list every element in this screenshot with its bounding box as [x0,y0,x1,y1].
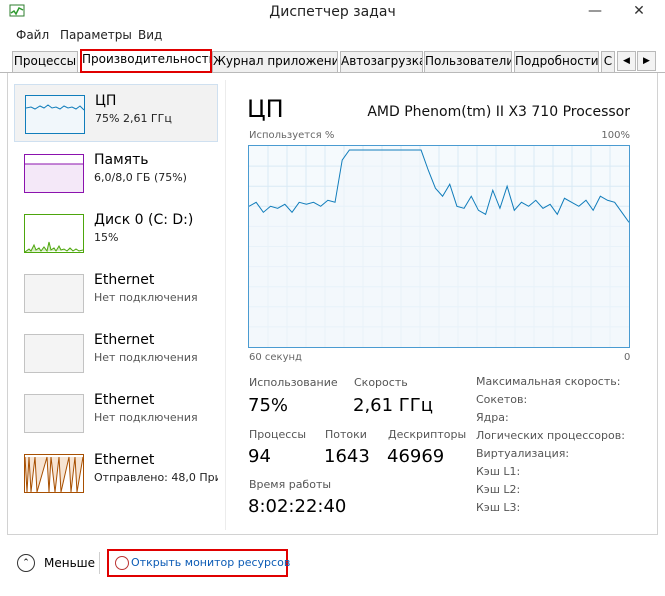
sockets-label: Сокетов: [476,393,528,406]
cache-l1-label: Кэш L1: [476,465,521,478]
usage-label: Использование [249,376,338,389]
sidebar-ethernet-4-label: Ethernet [94,452,155,468]
graph-max-label: 100% [601,130,630,141]
tab-startup[interactable]: Автозагрузка [340,51,423,72]
sidebar-ethernet-4-sub: Отправлено: 48,0 Прин [94,471,218,484]
tab-processes[interactable]: Процессы [12,51,78,72]
sidebar-item-ethernet-3[interactable]: Ethernet Нет подключения [14,384,218,442]
memory-thumbnail [24,154,84,193]
handles-label: Дескрипторы [388,428,467,441]
graph-zero-label: 0 [624,352,631,363]
panel-separator [225,80,226,530]
title-bar: Диспетчер задач — ✕ [0,0,665,24]
processes-label: Процессы [249,428,307,441]
cpu-thumbnail [25,95,85,134]
speed-label: Скорость [354,376,408,389]
tab-scroll-right-icon[interactable]: ▶ [637,51,656,71]
tab-users[interactable]: Пользователи [424,51,512,72]
cpu-usage-graph [248,145,630,348]
menu-bar: Файл Параметры Вид [0,25,665,47]
tab-details[interactable]: Подробности [514,51,599,72]
processor-name: AMD Phenom(tm) II X3 710 Processor [367,104,630,120]
cores-label: Ядра: [476,411,509,424]
resource-monitor-icon [115,556,129,570]
less-details-label[interactable]: Меньше [44,556,95,570]
handles-value: 46969 [387,446,445,467]
sidebar-item-ethernet-4[interactable]: Ethernet Отправлено: 48,0 Прин [14,444,218,502]
ethernet-4-thumbnail [24,454,84,493]
tab-services[interactable]: С [601,51,615,72]
window-title: Диспетчер задач [269,4,396,20]
sidebar-memory-label: Память [94,152,149,168]
sidebar-ethernet-3-sub: Нет подключения [94,411,198,424]
sidebar-disk-label: Диск 0 (C: D:) [94,212,194,228]
processes-value: 94 [248,446,271,467]
footer-separator [99,552,100,574]
sidebar-item-disk[interactable]: Диск 0 (C: D:) 15% [14,204,218,262]
tab-bar: Процессы Производительность Журнал прило… [0,49,665,73]
menu-view[interactable]: Вид [138,28,162,42]
ethernet-3-thumbnail [24,394,84,433]
speed-value: 2,61 ГГц [353,395,434,416]
graph-usage-label: Используется % [249,130,335,141]
sidebar-disk-sub: 15% [94,231,119,244]
tab-scroll-left-icon[interactable]: ◀ [617,51,636,71]
sidebar-ethernet-2-label: Ethernet [94,332,155,348]
sidebar-item-memory[interactable]: Память 6,0/8,0 ГБ (75%) [14,144,218,202]
sidebar-cpu-sub: 75% 2,61 ГГц [95,112,172,125]
less-details-icon[interactable]: ⌃ [17,554,35,572]
graph-time-label: 60 секунд [249,352,302,363]
sidebar-ethernet-1-label: Ethernet [94,272,155,288]
cpu-title: ЦП [247,95,284,123]
sidebar-memory-sub: 6,0/8,0 ГБ (75%) [94,171,187,184]
uptime-value: 8:02:22:40 [248,496,347,517]
resource-monitor-label[interactable]: Открыть монитор ресурсов [131,556,290,569]
usage-value: 75% [248,395,289,416]
sidebar-ethernet-1-sub: Нет подключения [94,291,198,304]
threads-value: 1643 [324,446,370,467]
sidebar-cpu-label: ЦП [95,93,117,109]
virtualization-label: Виртуализация: [476,447,570,460]
sidebar-item-cpu[interactable]: ЦП 75% 2,61 ГГц [14,84,218,142]
cache-l3-label: Кэш L3: [476,501,521,514]
sidebar-ethernet-2-sub: Нет подключения [94,351,198,364]
ethernet-1-thumbnail [24,274,84,313]
tab-performance[interactable]: Производительность [81,49,211,73]
cache-l2-label: Кэш L2: [476,483,521,496]
open-resource-monitor-link[interactable]: Открыть монитор ресурсов [107,549,290,577]
close-button[interactable]: ✕ [616,0,662,22]
logical-processors-label: Логических процессоров: [476,429,625,442]
menu-options[interactable]: Параметры [60,28,132,42]
disk-thumbnail [24,214,84,253]
minimize-button[interactable]: — [581,0,609,22]
menu-file[interactable]: Файл [16,28,49,42]
sidebar-ethernet-3-label: Ethernet [94,392,155,408]
uptime-label: Время работы [249,478,332,491]
threads-label: Потоки [325,428,367,441]
sidebar-item-ethernet-2[interactable]: Ethernet Нет подключения [14,324,218,382]
cpu-usage-graph-svg [248,146,630,347]
tab-app-history[interactable]: Журнал приложений [212,51,338,72]
max-speed-label: Максимальная скорость: [476,375,621,388]
sidebar-item-ethernet-1[interactable]: Ethernet Нет подключения [14,264,218,322]
ethernet-2-thumbnail [24,334,84,373]
